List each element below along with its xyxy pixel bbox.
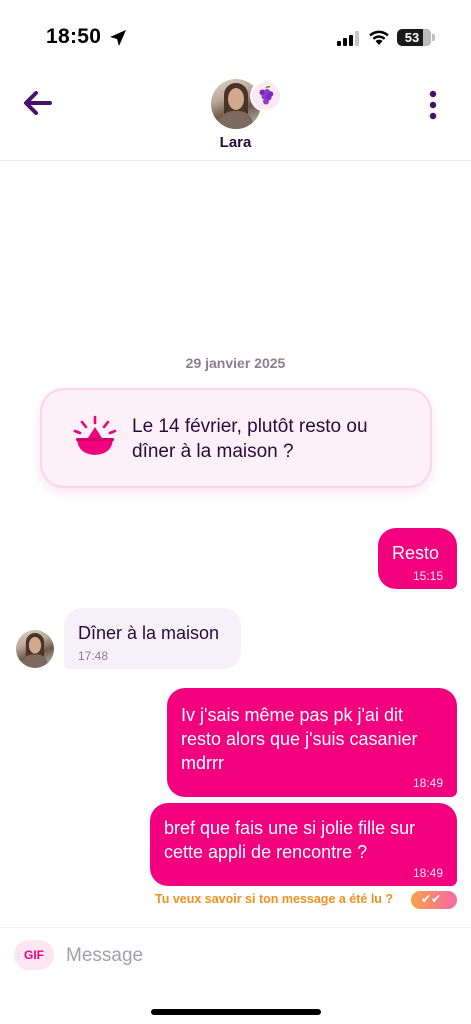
date-separator: 29 janvier 2025 — [185, 355, 286, 371]
grape-badge — [252, 82, 280, 110]
message-bubble-outgoing[interactable]: Iv j'sais même pas pk j'ai dit resto alo… — [167, 688, 457, 797]
message-bubble-outgoing[interactable]: bref que fais une si jolie fille sur cet… — [150, 803, 457, 886]
more-vertical-icon[interactable] — [424, 90, 442, 120]
message-composer: GIF — [0, 927, 471, 987]
message-bubble-outgoing[interactable]: Resto 15:15 — [378, 528, 457, 589]
read-receipt-prompt[interactable]: Tu veux savoir si ton message a été lu ? — [155, 892, 393, 906]
contact-photo — [16, 630, 54, 668]
message-time: 15:15 — [412, 569, 443, 583]
message-text: bref que fais une si jolie fille sur cet… — [164, 818, 416, 862]
location-arrow-icon — [110, 30, 126, 46]
message-text: Dîner à la maison — [78, 623, 220, 643]
message-input[interactable] — [66, 940, 456, 972]
prompt-card: Le 14 février, plutôt resto ou dîner à l… — [40, 388, 432, 488]
back-arrow-icon[interactable] — [20, 88, 56, 118]
battery-level: 53 — [404, 30, 420, 45]
double-check-icon: ✔✔ — [421, 892, 442, 906]
battery-tip — [432, 34, 435, 41]
prompt-text: Le 14 février, plutôt resto ou dîner à l… — [132, 416, 368, 462]
cellular-signal-icon — [337, 31, 359, 46]
chat-header: Lara — [0, 76, 471, 161]
status-bar: 18:50 53 — [0, 0, 471, 76]
message-time: 18:49 — [412, 866, 443, 880]
gif-button[interactable]: GIF — [14, 940, 54, 970]
message-text: Resto — [392, 543, 440, 563]
message-text: Iv j'sais même pas pk j'ai dit resto alo… — [181, 705, 418, 773]
grape-icon — [259, 85, 274, 105]
status-time: 18:50 — [46, 25, 102, 48]
read-receipt-toggle[interactable]: ✔✔ — [411, 891, 457, 909]
contact-avatar-small[interactable] — [16, 630, 54, 668]
wifi-icon — [369, 30, 389, 45]
battery-icon: 53 — [397, 29, 431, 46]
message-bubble-incoming[interactable]: Dîner à la maison 17:48 — [64, 608, 241, 669]
message-time: 17:48 — [78, 649, 109, 663]
contact-name[interactable]: Lara — [0, 134, 471, 151]
message-time: 18:49 — [412, 776, 443, 790]
lemon-juicer-icon — [73, 415, 117, 455]
home-indicator[interactable] — [151, 1009, 321, 1015]
